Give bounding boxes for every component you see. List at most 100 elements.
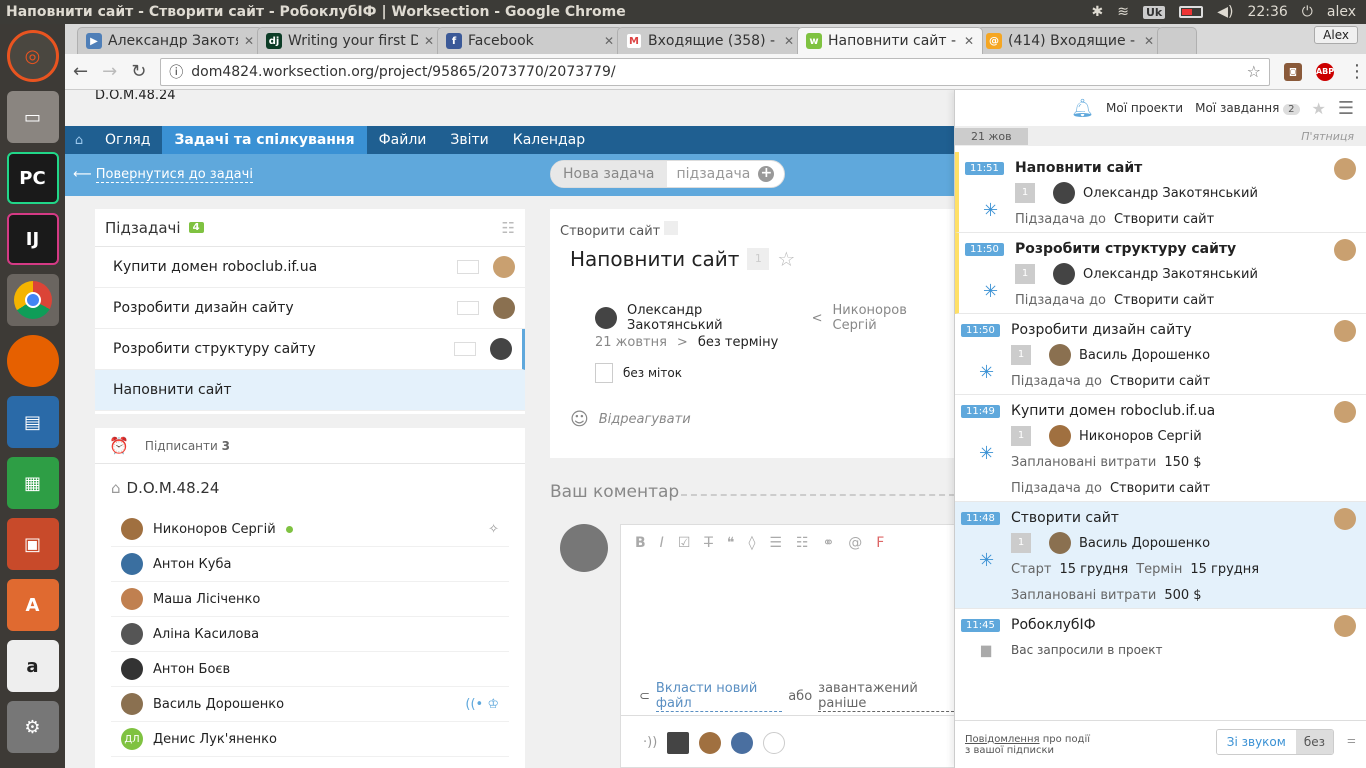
clear-format-icon[interactable]: F [876, 535, 884, 551]
subtask-row-current[interactable]: Наповнити сайт [95, 370, 525, 411]
member-row[interactable]: Аліна Касилова [111, 617, 509, 652]
volume-icon[interactable]: ◀) [1217, 4, 1233, 20]
home-icon[interactable]: ⌂ [65, 126, 93, 154]
my-projects-link[interactable]: Мої проекти [1106, 101, 1183, 115]
nav-calendar[interactable]: Календар [501, 126, 597, 154]
close-icon[interactable]: ✕ [784, 34, 794, 48]
avatar[interactable] [667, 731, 690, 754]
notifications-settings-link[interactable]: Повідомлення [965, 734, 1040, 745]
member-row[interactable]: Василь Дорошенко ((• ♔ [111, 687, 509, 722]
notification-item[interactable]: 11:50 ✳ Розробити дизайн сайту 1 Василь Д… [955, 314, 1366, 395]
broadcast-icon[interactable]: ·)) [643, 735, 657, 750]
author[interactable]: Никоноров Сергій [833, 303, 955, 333]
mention-icon[interactable]: @ [848, 535, 862, 551]
amazon-icon[interactable]: a [6, 640, 59, 692]
deadline[interactable]: без терміну [698, 335, 779, 350]
menu-icon[interactable]: ⋮ [1348, 61, 1366, 82]
close-icon[interactable]: ✕ [424, 34, 434, 48]
bold-icon[interactable]: B [635, 535, 646, 551]
new-tab-button[interactable] [1157, 27, 1197, 54]
member-row[interactable]: ДЛ Денис Лук'яненко [111, 722, 509, 757]
files-icon[interactable]: ▭ [6, 91, 59, 143]
settings-icon[interactable]: ✱ [1091, 4, 1103, 20]
bookmark-star-icon[interactable]: ☆ [1247, 62, 1261, 81]
star-icon[interactable]: ☆ [777, 247, 795, 271]
bell-icon[interactable]: ⏰ [109, 436, 129, 455]
avatar[interactable] [731, 731, 754, 754]
close-icon[interactable]: ✕ [604, 34, 614, 48]
nav-tasks[interactable]: Задачі та спілкування [162, 126, 367, 154]
reload-icon[interactable]: ↻ [131, 61, 146, 82]
sparkle-icon[interactable]: ✧ [488, 522, 499, 537]
quote-icon[interactable]: ❝ [727, 535, 735, 551]
forward-icon[interactable]: → [102, 61, 117, 82]
attach-loaded-link[interactable]: завантажений раніше [818, 681, 954, 712]
link-icon[interactable]: ⚭ [823, 535, 835, 551]
power-icon[interactable]: ⏻ [1302, 4, 1313, 20]
close-icon[interactable]: ✕ [244, 34, 254, 48]
user-name[interactable]: alex [1327, 4, 1356, 20]
keyboard-layout[interactable]: Uk [1142, 5, 1166, 19]
browser-tab[interactable]: MВходящие (358) - sasha✕ [617, 27, 803, 54]
browser-tab[interactable]: f Facebook ✕ [437, 27, 623, 54]
sound-off-button[interactable]: без [1295, 730, 1333, 754]
impress-icon[interactable]: ▣ [6, 518, 59, 570]
italic-icon[interactable]: I [660, 535, 664, 551]
browser-tab[interactable]: @(414) Входящие - Почта✕ [977, 27, 1163, 54]
close-icon[interactable]: ✕ [1144, 34, 1154, 48]
star-icon[interactable]: ★ [1312, 99, 1326, 118]
start-date[interactable]: 21 жовтня [595, 335, 667, 350]
task-tags[interactable]: без міток [595, 363, 682, 383]
back-icon[interactable]: ← [73, 61, 88, 82]
numbered-list-icon[interactable]: ☷ [796, 535, 809, 551]
comment-editor[interactable]: BI ☑ T̶ ❝ ◊ ☰ ☷ ⚭ @ F ⊂ Вкласти новий файл а… [620, 524, 955, 768]
menu-icon[interactable]: ☰ [1338, 98, 1354, 119]
nav-overview[interactable]: Огляд [93, 126, 162, 154]
back-to-task-link[interactable]: ⟵ Повернутися до задачі [73, 167, 253, 183]
adblock-icon[interactable]: ABP [1316, 62, 1334, 81]
react-button[interactable]: ☺ Відреагувати [570, 409, 691, 430]
notification-item[interactable]: 11:49 ✳ Купити домен roboclub.if.ua 1 Ник… [955, 395, 1366, 502]
bell-icon[interactable]: 🔔︎ [1071, 98, 1094, 119]
settings-icon[interactable]: ⚌ [1347, 735, 1356, 746]
close-icon[interactable]: ✕ [964, 34, 974, 48]
settings-icon[interactable]: ⚙ [6, 701, 59, 753]
sound-on-button[interactable]: Зі звуком [1216, 730, 1296, 754]
battery-icon[interactable] [1179, 6, 1204, 18]
nav-reports[interactable]: Звіти [438, 126, 500, 154]
calc-icon[interactable]: ▦ [6, 457, 59, 509]
firefox-icon[interactable] [6, 335, 59, 387]
notification-item[interactable]: 11:50 ✳ Розробити структуру сайту 1 Олекс… [955, 233, 1366, 314]
color-icon[interactable]: ◊ [748, 535, 755, 551]
notification-item[interactable]: 11:51 ✳ Наповнити сайт 1 Олександр Закотя… [955, 152, 1366, 233]
checkbox-icon[interactable]: ☑ [678, 535, 691, 551]
member-row[interactable]: Антон Куба [111, 547, 509, 582]
profile-button[interactable]: Alex [1314, 26, 1358, 44]
bullet-list-icon[interactable]: ☰ [769, 535, 782, 551]
attach-new-file-link[interactable]: Вкласти новий файл [655, 681, 783, 712]
software-center-icon[interactable]: A [6, 579, 59, 631]
intellij-icon[interactable]: IJ [6, 213, 59, 265]
clock[interactable]: 22:36 [1247, 4, 1287, 20]
new-task-button[interactable]: Нова задача [551, 161, 667, 187]
assignee[interactable]: Олександр Закотянський [627, 303, 802, 333]
subtask-row[interactable]: Розробити дизайн сайту [95, 288, 525, 329]
add-person-icon[interactable] [763, 731, 786, 754]
parent-task-link[interactable]: Створити сайт [560, 221, 679, 239]
subtask-row[interactable]: Розробити структуру сайту [95, 329, 525, 370]
crown-icon[interactable]: ((• ♔ [465, 697, 499, 712]
wifi-icon[interactable]: ≋ [1117, 4, 1129, 20]
notification-item[interactable]: 11:48 ✳ Створити сайт 1 Василь Дорошенко … [955, 502, 1366, 609]
member-row[interactable]: Маша Лісіченко [111, 582, 509, 617]
address-bar[interactable]: ⓘ dom4824.worksection.org/project/95865/… [160, 57, 1271, 86]
browser-tab[interactable]: djWriting your first Django app✕ [257, 27, 443, 54]
browser-tab-active[interactable]: wНаповнити сайт - Створити сайт✕ [797, 27, 983, 54]
pycharm-icon[interactable]: PC [6, 152, 59, 204]
instagram-icon[interactable]: ◙ [1284, 62, 1303, 81]
avatar[interactable] [699, 731, 722, 754]
ubuntu-icon[interactable]: ◎ [6, 30, 59, 82]
chrome-icon[interactable] [6, 274, 59, 326]
subtask-row[interactable]: Купити домен roboclub.if.ua [95, 247, 525, 288]
my-tasks-link[interactable]: Мої завдання 2 [1195, 101, 1300, 115]
info-icon[interactable]: ⓘ [169, 62, 183, 82]
